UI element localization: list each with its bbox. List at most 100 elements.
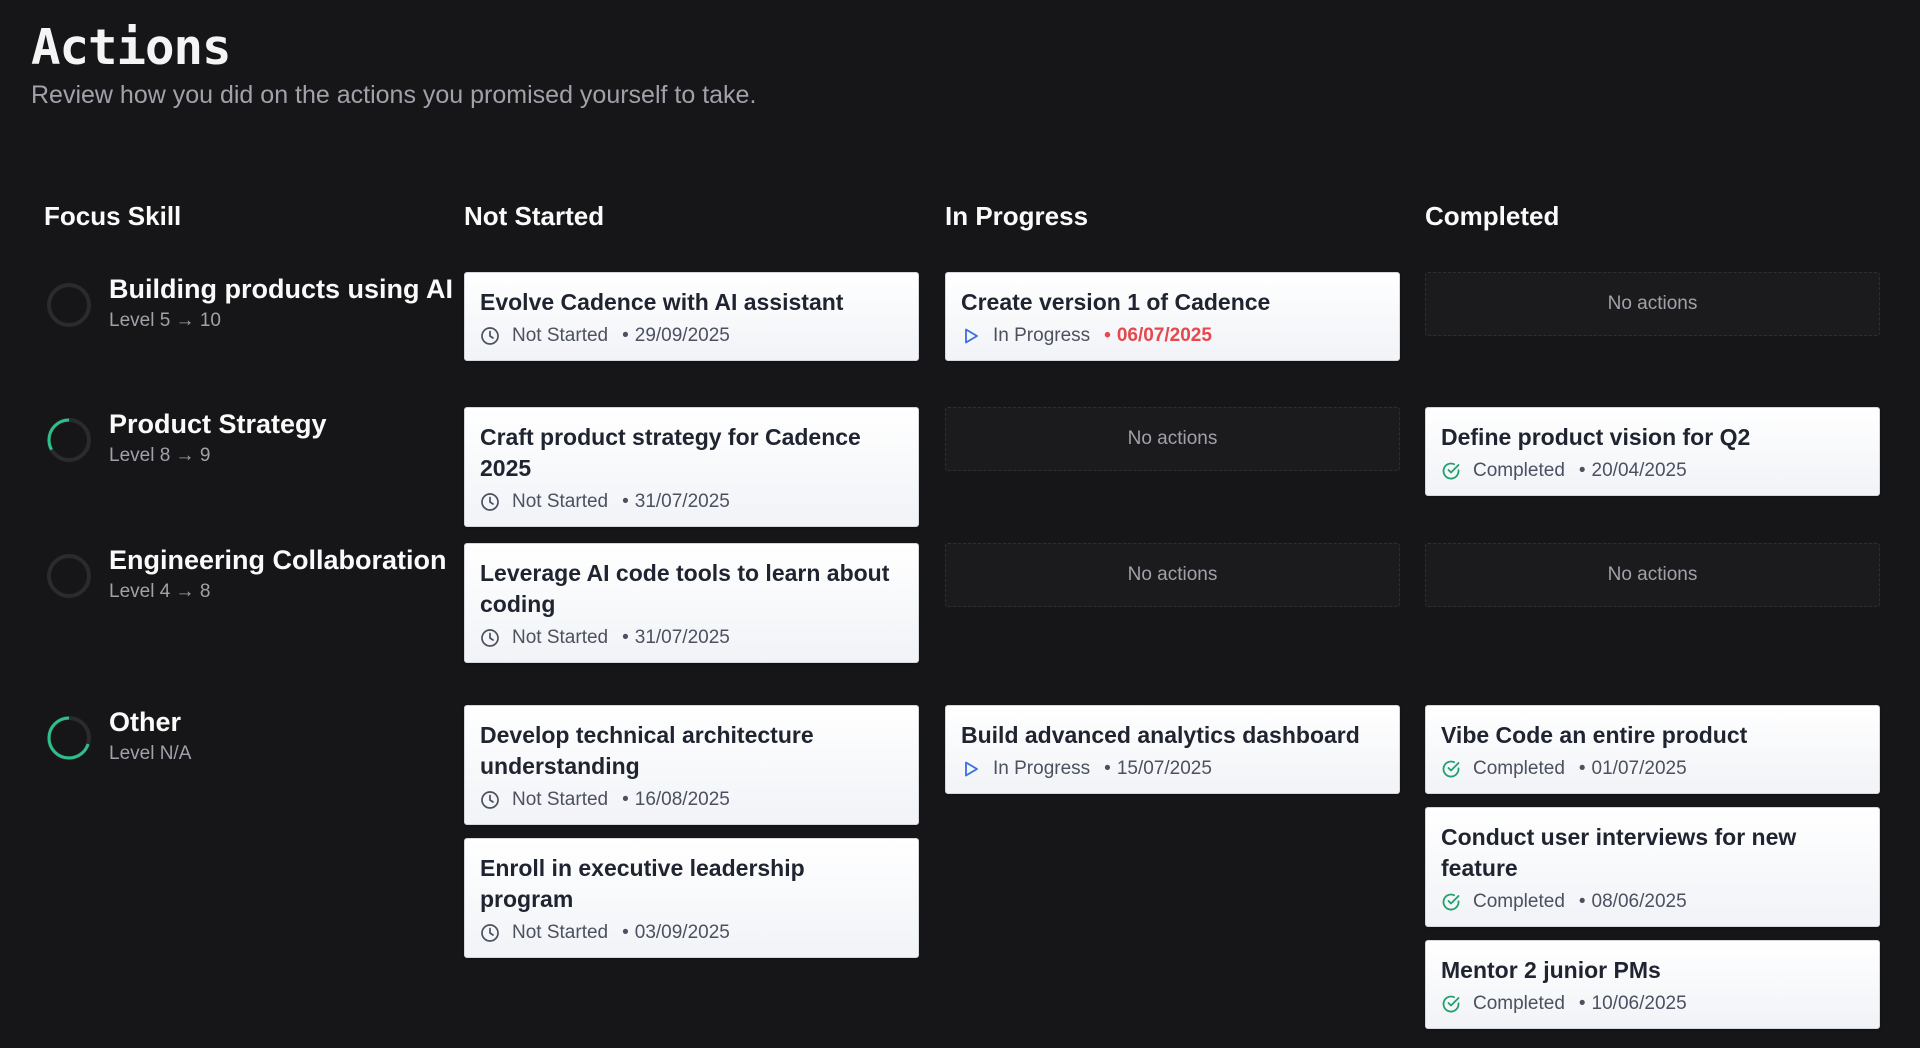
skill-progress-ring (44, 551, 94, 601)
action-status: In Progress (993, 758, 1091, 779)
action-status: Not Started (512, 627, 609, 648)
action-meta: In Progress • 06/07/2025 (961, 324, 1384, 348)
separator-dot: • (1104, 758, 1111, 779)
empty-cell: No actions (1425, 272, 1880, 336)
action-card[interactable]: Craft product strategy for Cadence 2025 N… (464, 407, 919, 527)
action-card[interactable]: Leverage AI code tools to learn about co… (464, 543, 919, 663)
action-meta: Not Started • 29/09/2025 (480, 324, 903, 348)
action-status: Not Started (512, 325, 609, 346)
progress-ring-track (47, 554, 91, 598)
action-title: Enroll in executive leadership program (480, 855, 805, 912)
separator-dot: • (622, 789, 629, 810)
skill-progress-ring (44, 280, 94, 330)
column-in-progress: No actions (945, 543, 1400, 607)
action-title: Conduct user interviews for new feature (1441, 824, 1797, 881)
separator-dot: • (1578, 460, 1586, 481)
clock-icon (480, 326, 500, 346)
action-title: Create version 1 of Cadence (961, 289, 1271, 315)
page-title: Actions (31, 19, 232, 76)
action-card[interactable]: Enroll in executive leadership program No… (464, 838, 919, 958)
skill-level: Level N/A (109, 743, 192, 764)
action-meta: Completed • 10/06/2025 (1441, 992, 1864, 1016)
action-meta: Not Started • 03/09/2025 (480, 921, 903, 945)
action-title: Build advanced analytics dashboard (961, 722, 1360, 748)
play-icon (961, 326, 981, 346)
column-header-in-progress: In Progress (945, 201, 1089, 231)
separator-dot: • (622, 922, 629, 943)
skill-progress-ring (44, 713, 94, 763)
skill-name: Other (109, 707, 182, 737)
action-card[interactable]: Vibe Code an entire product Completed • 01/… (1425, 705, 1880, 794)
page-subtitle: Review how you did on the actions you pr… (31, 81, 757, 109)
progress-ring-track (47, 283, 91, 327)
action-status: Not Started (512, 922, 609, 943)
column-not-started: Craft product strategy for Cadence 2025 N… (464, 407, 919, 540)
skill-level: Level 5 → 10 (109, 310, 221, 331)
action-card[interactable]: Conduct user interviews for new feature C… (1425, 807, 1880, 927)
action-meta: Completed • 20/04/2025 (1441, 459, 1864, 483)
action-meta: Not Started • 31/07/2025 (480, 626, 903, 650)
action-title: Craft product strategy for Cadence 2025 (480, 424, 861, 481)
skill-progress-ring (44, 415, 94, 465)
clock-icon (480, 628, 500, 648)
action-card[interactable]: Build advanced analytics dashboard In Pro… (945, 705, 1400, 794)
column-completed: No actions (1425, 272, 1880, 336)
action-due-date: 20/04/2025 (1591, 460, 1687, 481)
action-due-date: 31/07/2025 (634, 491, 730, 512)
action-card[interactable]: Develop technical architecture understan… (464, 705, 919, 825)
column-in-progress: Build advanced analytics dashboard In Pro… (945, 705, 1400, 807)
action-title: Evolve Cadence with AI assistant (480, 289, 844, 315)
column-in-progress: Create version 1 of Cadence In Progress • 0… (945, 272, 1400, 374)
column-headers: Focus Skill Not Started In Progress Comp… (0, 196, 1920, 236)
actions-page: Actions Review how you did on the action… (0, 0, 1920, 1048)
action-card[interactable]: Define product vision for Q2 Completed • 20… (1425, 407, 1880, 496)
separator-dot: • (1578, 758, 1586, 779)
column-not-started: Develop technical architecture understan… (464, 705, 919, 971)
column-completed: Vibe Code an entire product Completed • 01/… (1425, 705, 1880, 1042)
action-title: Mentor 2 junior PMs (1441, 957, 1661, 983)
column-completed: No actions (1425, 543, 1880, 607)
action-due-date: 10/06/2025 (1591, 993, 1687, 1014)
action-due-date: 08/06/2025 (1591, 891, 1687, 912)
skill-name: Building products using AI (109, 274, 453, 304)
action-card[interactable]: Create version 1 of Cadence In Progress • 0… (945, 272, 1400, 361)
column-header-completed: Completed (1425, 201, 1560, 231)
action-due-date-overdue: 06/07/2025 (1116, 325, 1212, 346)
action-meta: Completed • 08/06/2025 (1441, 890, 1864, 914)
actions-board: Focus Skill Not Started In Progress Comp… (0, 196, 1920, 1029)
clock-icon (480, 923, 500, 943)
separator-dot: • (1104, 325, 1111, 346)
action-due-date: 16/08/2025 (634, 789, 730, 810)
action-status: Completed (1473, 891, 1565, 912)
separator-dot: • (1578, 993, 1586, 1014)
clock-icon (480, 790, 500, 810)
action-meta: Completed • 01/07/2025 (1441, 757, 1864, 781)
column-header-not-started: Not Started (464, 201, 605, 231)
check-circle-icon (1441, 892, 1461, 912)
action-meta: In Progress • 15/07/2025 (961, 757, 1384, 781)
action-meta: Not Started • 16/08/2025 (480, 788, 903, 812)
action-card[interactable]: Mentor 2 junior PMs Completed • 10/06/2025 (1425, 940, 1880, 1029)
separator-dot: • (622, 491, 629, 512)
separator-dot: • (1578, 891, 1586, 912)
play-icon (961, 759, 981, 779)
column-completed: Define product vision for Q2 Completed • 20… (1425, 407, 1880, 509)
skill-name: Engineering Collaboration (109, 545, 447, 575)
action-status: Completed (1473, 993, 1565, 1014)
clock-icon (480, 492, 500, 512)
action-due-date: 15/07/2025 (1116, 758, 1212, 779)
action-due-date: 01/07/2025 (1591, 758, 1687, 779)
action-meta: Not Started • 31/07/2025 (480, 490, 903, 514)
empty-cell: No actions (945, 543, 1400, 607)
skill-name: Product Strategy (109, 409, 327, 439)
action-status: Not Started (512, 491, 609, 512)
action-status: Completed (1473, 758, 1565, 779)
action-status: In Progress (993, 325, 1091, 346)
action-due-date: 03/09/2025 (634, 922, 730, 943)
empty-cell: No actions (1425, 543, 1880, 607)
action-card[interactable]: Evolve Cadence with AI assistant Not Star… (464, 272, 919, 361)
action-title: Develop technical architecture understan… (480, 722, 814, 779)
separator-dot: • (622, 325, 629, 346)
skill-level: Level 4 → 8 (109, 581, 211, 602)
check-circle-icon (1441, 461, 1461, 481)
